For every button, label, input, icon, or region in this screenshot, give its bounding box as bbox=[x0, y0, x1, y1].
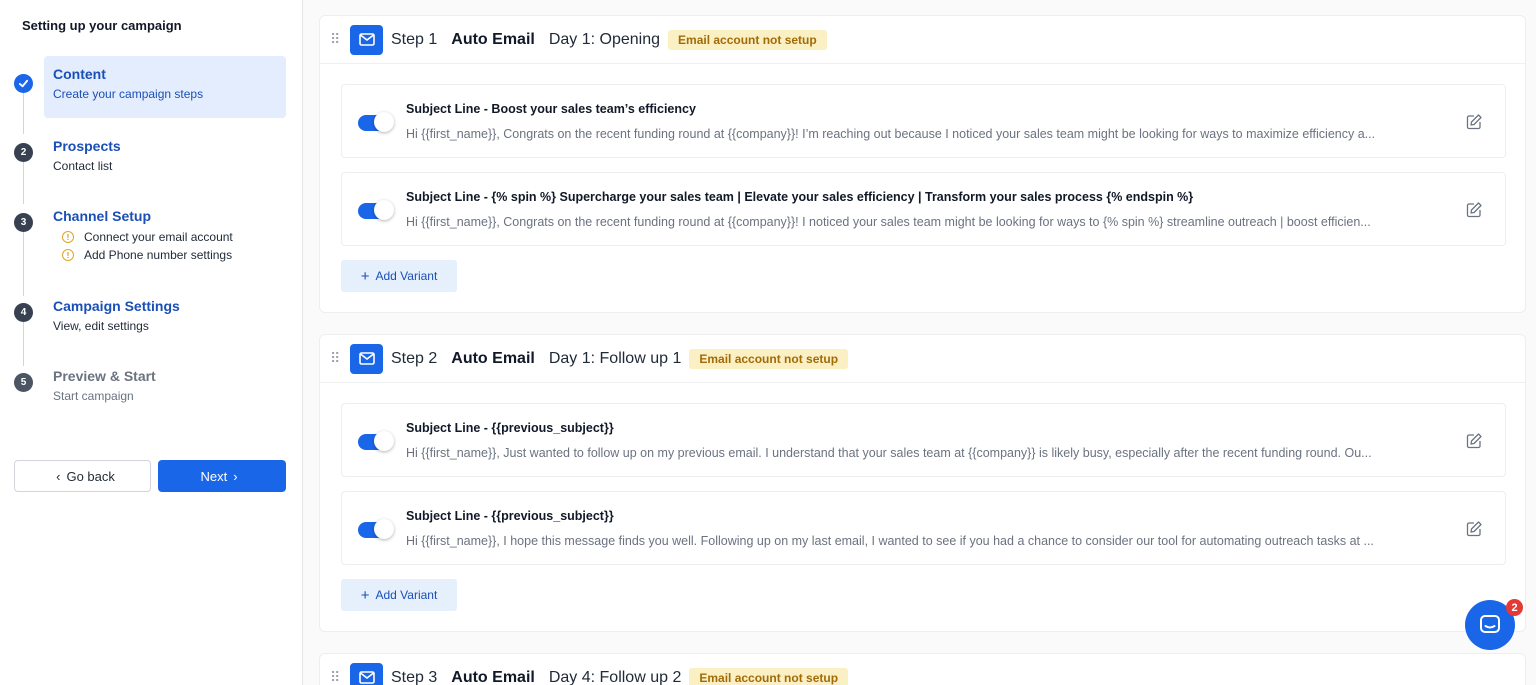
warning-icon: ! bbox=[62, 231, 74, 243]
step-connector bbox=[23, 162, 24, 204]
edit-icon[interactable] bbox=[1465, 113, 1483, 131]
step-number: 3 bbox=[14, 213, 33, 232]
step-card: ⠿ Step 2 Auto Email Day 1: Follow up 1 E… bbox=[319, 334, 1526, 632]
step-name: Channel Setup bbox=[53, 208, 152, 224]
step-card: ⠿ Step 1 Auto Email Day 1: Opening Email… bbox=[319, 15, 1526, 313]
next-button[interactable]: Next › bbox=[158, 460, 286, 492]
warning-row[interactable]: ! Add Phone number settings bbox=[62, 248, 277, 262]
step-day: Day 1: Follow up 1 bbox=[548, 349, 682, 367]
step-type: Auto Email bbox=[451, 668, 535, 685]
step-number: 2 bbox=[14, 143, 33, 162]
mail-icon bbox=[350, 343, 383, 374]
add-variant-label: Add Variant bbox=[375, 269, 438, 283]
variant-toggle[interactable] bbox=[358, 431, 394, 451]
step-type: Auto Email bbox=[451, 30, 535, 48]
warning-icon: ! bbox=[62, 249, 74, 261]
step-card: ⠿ Step 3 Auto Email Day 4: Follow up 2 E… bbox=[319, 653, 1526, 685]
step-number: 4 bbox=[14, 303, 33, 322]
variant-body: Hi {{first_name}}, Congrats on the recen… bbox=[406, 215, 1371, 229]
edit-icon[interactable] bbox=[1465, 201, 1483, 219]
check-icon bbox=[14, 74, 33, 93]
add-variant-button[interactable]: + Add Variant bbox=[341, 260, 457, 292]
status-badge: Email account not setup bbox=[689, 348, 849, 369]
step-label: Step 1 bbox=[391, 30, 438, 48]
step-name: Preview & Start bbox=[53, 368, 156, 384]
variant-subject: Subject Line - {% spin %} Supercharge yo… bbox=[406, 190, 1194, 204]
go-back-label: Go back bbox=[66, 468, 115, 484]
go-back-button[interactable]: ‹ Go back bbox=[14, 460, 151, 492]
edit-icon[interactable] bbox=[1465, 520, 1483, 538]
variant-toggle[interactable] bbox=[358, 519, 394, 539]
mail-icon bbox=[350, 24, 383, 55]
campaign-sidebar: Setting up your campaign Content Create … bbox=[0, 0, 303, 685]
email-variant[interactable]: Subject Line - {{previous_subject}} Hi {… bbox=[341, 491, 1506, 565]
step-subtitle: Contact list bbox=[53, 159, 113, 173]
drag-handle-icon[interactable]: ⠿ bbox=[330, 350, 350, 367]
step-connector bbox=[23, 322, 24, 366]
variant-toggle[interactable] bbox=[358, 112, 394, 132]
step-number: 5 bbox=[14, 373, 33, 392]
step-header: ⠿ Step 2 Auto Email Day 1: Follow up 1 E… bbox=[320, 335, 1525, 383]
drag-handle-icon[interactable]: ⠿ bbox=[330, 31, 350, 48]
step-connector bbox=[23, 92, 24, 134]
variant-subject: Subject Line - {{previous_subject}} bbox=[406, 421, 614, 435]
step-box: Preview & Start Start campaign bbox=[44, 358, 286, 411]
step-day: Day 1: Opening bbox=[548, 30, 661, 48]
variant-body: Hi {{first_name}}, Congrats on the recen… bbox=[406, 127, 1376, 141]
next-label: Next bbox=[200, 468, 228, 484]
step-box: Channel Setup ! Connect your email accou… bbox=[44, 198, 286, 270]
warning-row[interactable]: ! Connect your email account bbox=[62, 230, 277, 244]
step-label: Step 3 bbox=[391, 668, 438, 685]
step-subtitle: Create your campaign steps bbox=[53, 87, 204, 101]
step-box: Content Create your campaign steps bbox=[44, 56, 286, 118]
status-badge: Email account not setup bbox=[668, 29, 827, 50]
notification-badge: 2 bbox=[1506, 599, 1523, 616]
email-variant[interactable]: Subject Line - Boost your sales team’s e… bbox=[341, 84, 1506, 158]
step-name: Campaign Settings bbox=[53, 298, 180, 314]
plus-icon: + bbox=[360, 586, 370, 604]
step-subtitle: Start campaign bbox=[53, 389, 134, 403]
step-subtitle: View, edit settings bbox=[53, 319, 149, 333]
warning-text: Connect your email account bbox=[84, 230, 233, 244]
variant-toggle[interactable] bbox=[358, 200, 394, 220]
sidebar-title: Setting up your campaign bbox=[22, 18, 182, 33]
step-box: Prospects Contact list bbox=[44, 128, 286, 181]
add-variant-button[interactable]: + Add Variant bbox=[341, 579, 457, 611]
status-badge: Email account not setup bbox=[689, 667, 849, 685]
email-variant[interactable]: Subject Line - {% spin %} Supercharge yo… bbox=[341, 172, 1506, 246]
step-name: Content bbox=[53, 66, 106, 82]
plus-icon: + bbox=[360, 267, 370, 285]
step-name: Prospects bbox=[53, 138, 121, 154]
campaign-steps-panel: ⠿ Step 1 Auto Email Day 1: Opening Email… bbox=[303, 0, 1536, 685]
email-variant[interactable]: Subject Line - {{previous_subject}} Hi {… bbox=[341, 403, 1506, 477]
warning-text: Add Phone number settings bbox=[84, 248, 233, 262]
step-connector bbox=[23, 232, 24, 296]
step-type: Auto Email bbox=[451, 349, 535, 367]
step-header: ⠿ Step 1 Auto Email Day 1: Opening Email… bbox=[320, 16, 1525, 64]
step-label: Step 2 bbox=[391, 349, 438, 367]
variant-subject: Subject Line - Boost your sales team’s e… bbox=[406, 102, 696, 116]
step-header: ⠿ Step 3 Auto Email Day 4: Follow up 2 E… bbox=[320, 654, 1525, 685]
mail-icon bbox=[350, 662, 383, 685]
variant-body: Hi {{first_name}}, I hope this message f… bbox=[406, 534, 1374, 548]
edit-icon[interactable] bbox=[1465, 432, 1483, 450]
step-day: Day 4: Follow up 2 bbox=[548, 668, 682, 685]
chevron-right-icon: › bbox=[233, 468, 238, 484]
variant-subject: Subject Line - {{previous_subject}} bbox=[406, 509, 614, 523]
drag-handle-icon[interactable]: ⠿ bbox=[330, 669, 350, 685]
add-variant-label: Add Variant bbox=[375, 588, 438, 602]
step-box: Campaign Settings View, edit settings bbox=[44, 288, 286, 341]
chevron-left-icon: ‹ bbox=[56, 468, 61, 484]
chat-icon bbox=[1480, 615, 1500, 633]
variant-body: Hi {{first_name}}, Just wanted to follow… bbox=[406, 446, 1372, 460]
